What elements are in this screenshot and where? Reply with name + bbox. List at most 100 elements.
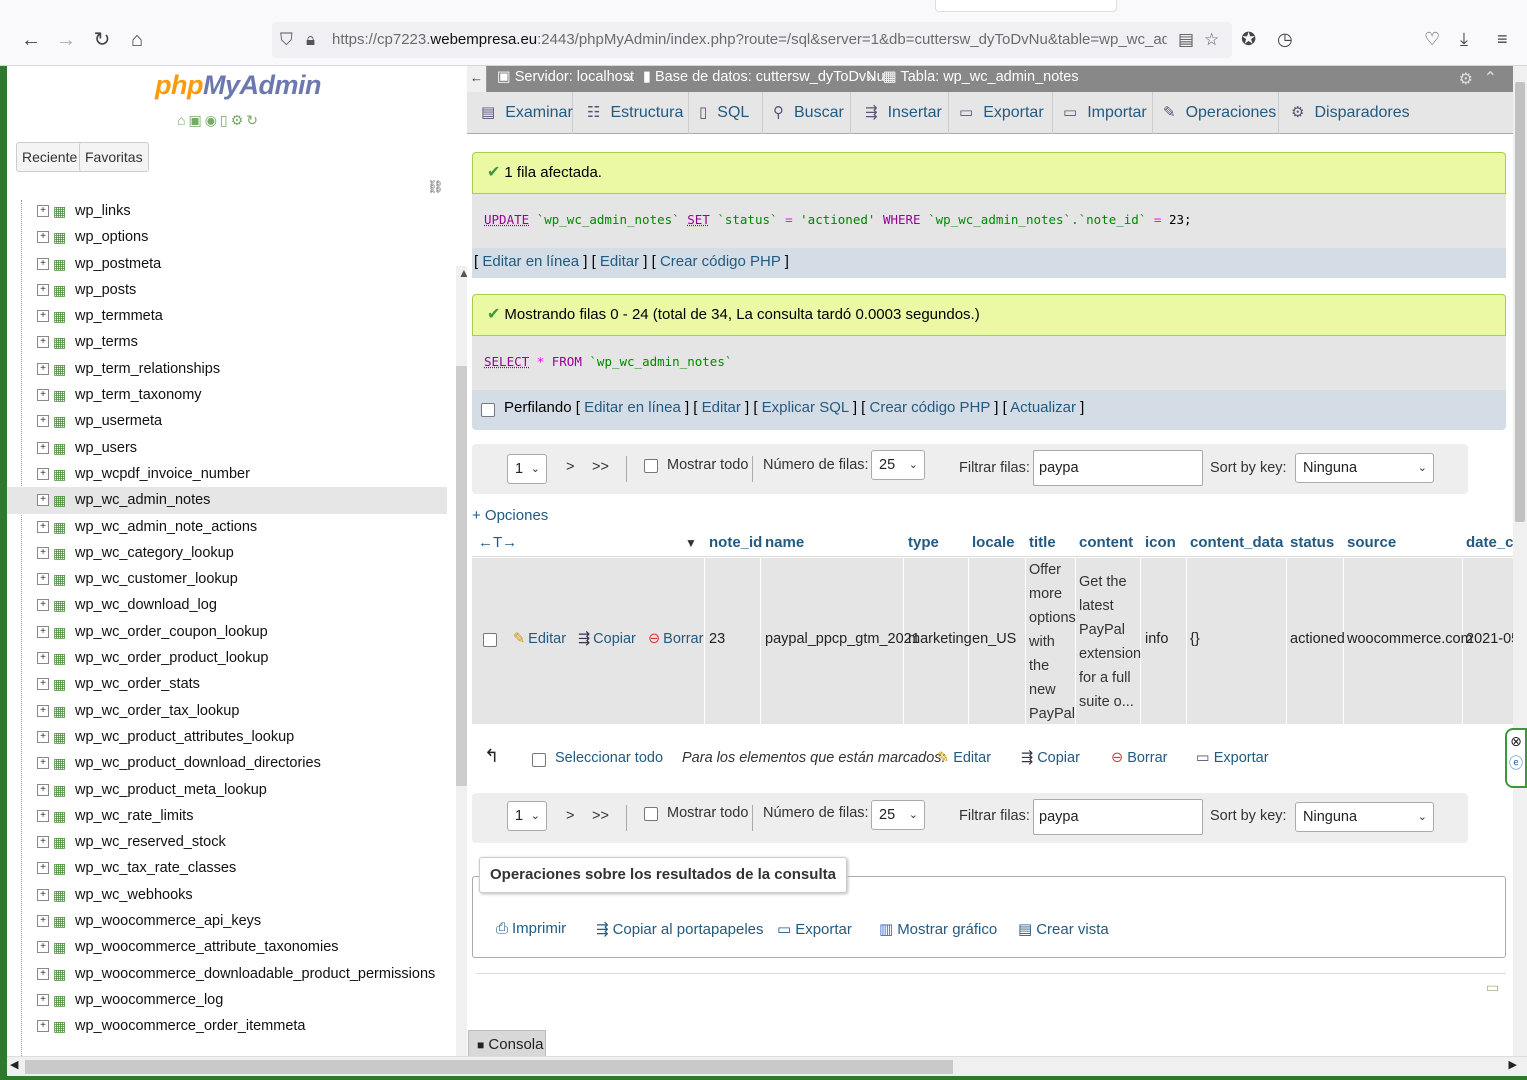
expand-icon[interactable]: +	[37, 389, 49, 402]
sidebar-item-label[interactable]: wp_postmeta	[75, 251, 161, 277]
copy-clipboard-button[interactable]: ⇶ Copiar al portapapeles	[596, 920, 764, 938]
home-icon[interactable]: ⌂	[124, 27, 150, 53]
filter-rows-input[interactable]: paypa	[1033, 799, 1203, 835]
expand-icon[interactable]: +	[37, 730, 49, 743]
table-icon[interactable]: ▦	[53, 750, 66, 776]
sidebar-item-table[interactable]: + ▦ wp_wc_product_attributes_lookup	[7, 724, 447, 750]
sidebar-item-label[interactable]: wp_wcpdf_invoice_number	[75, 461, 250, 487]
page-select[interactable]: 1 ⌄	[507, 801, 547, 831]
table-icon[interactable]: ▦	[53, 592, 66, 618]
home-icon[interactable]: ⌂	[177, 112, 188, 128]
column-header-content-data[interactable]: content_data	[1190, 534, 1283, 551]
sidebar-item-label[interactable]: wp_term_relationships	[75, 356, 220, 382]
table-icon[interactable]: ▦	[53, 435, 66, 461]
sidebar-item-label[interactable]: wp_wc_product_attributes_lookup	[75, 724, 294, 750]
table-icon[interactable]: ▦	[53, 277, 66, 303]
sidebar-item-table[interactable]: + ▦ wp_wc_download_log	[7, 592, 447, 618]
sidebar-item-table[interactable]: + ▦ wp_wc_rate_limits	[7, 803, 447, 829]
table-icon[interactable]: ▦	[53, 698, 66, 724]
sidebar-item-label[interactable]: wp_wc_admin_notes	[75, 487, 210, 513]
create-view-button[interactable]: ▤ Crear vista	[1018, 920, 1109, 938]
collapse-sidebar-button[interactable]: ←	[467, 66, 487, 92]
show-chart-button[interactable]: ▥ Mostrar gráfico	[879, 920, 997, 938]
column-header-title[interactable]: title	[1029, 534, 1056, 551]
next-page-button[interactable]: >	[566, 808, 574, 824]
expand-icon[interactable]: +	[37, 783, 49, 796]
column-header-source[interactable]: source	[1347, 534, 1396, 551]
cell-date[interactable]: 2021-05	[1466, 631, 1513, 647]
logout-icon[interactable]: ▣	[188, 112, 204, 128]
expand-icon[interactable]: +	[37, 862, 49, 875]
sidebar-item-label[interactable]: wp_wc_category_lookup	[75, 540, 234, 566]
table-icon[interactable]: ▦	[53, 777, 66, 803]
sidebar-item-table[interactable]: + ▦ wp_wc_product_download_directories	[7, 750, 447, 776]
expand-icon[interactable]: +	[37, 915, 49, 928]
edit-link[interactable]: Editar	[702, 399, 741, 416]
sidebar-item-table[interactable]: + ▦ wp_wc_category_lookup	[7, 540, 447, 566]
rows-per-page-select[interactable]: 25 ⌄	[871, 450, 925, 480]
sidebar-item-label[interactable]: wp_wc_reserved_stock	[75, 829, 226, 855]
table-icon[interactable]: ▦	[53, 671, 66, 697]
expand-icon[interactable]: +	[37, 704, 49, 717]
table-icon[interactable]: ▦	[53, 908, 66, 934]
sidebar-item-label[interactable]: wp_wc_tax_rate_classes	[75, 855, 236, 881]
reader-view-icon[interactable]: ▤	[1178, 30, 1194, 50]
cell-content-data[interactable]: {}	[1190, 631, 1200, 647]
print-button[interactable]: ⎙ Imprimir	[496, 920, 566, 937]
sidebar-item-table[interactable]: + ▦ wp_woocommerce_downloadable_product_pe…	[7, 961, 447, 987]
sidebar-item-table[interactable]: + ▦ wp_wc_order_stats	[7, 671, 447, 697]
tab-favorites[interactable]: Favoritas	[79, 142, 149, 172]
sidebar-item-table[interactable]: + ▦ wp_wc_customer_lookup	[7, 566, 447, 592]
sidebar-item-table[interactable]: + ▦ wp_wc_order_coupon_lookup	[7, 619, 447, 645]
expand-icon[interactable]: +	[37, 441, 49, 454]
expand-icon[interactable]: +	[37, 546, 49, 559]
sidebar-item-table[interactable]: + ▦ wp_wc_admin_note_actions	[7, 514, 447, 540]
expand-icon[interactable]: +	[37, 809, 49, 822]
cell-type[interactable]: marketing	[908, 631, 972, 647]
breadcrumb-table[interactable]: ▦ Tabla: wp_wc_admin_notes	[883, 69, 1079, 85]
sidebar-item-label[interactable]: wp_term_taxonomy	[75, 382, 202, 408]
expand-icon[interactable]: +	[37, 205, 49, 217]
sidebar-item-label[interactable]: wp_woocommerce_api_keys	[75, 908, 261, 934]
table-icon[interactable]: ▦	[53, 514, 66, 540]
expand-icon[interactable]: +	[37, 415, 49, 428]
expand-icon[interactable]: +	[37, 993, 49, 1006]
sidebar-item-table[interactable]: + ▦ wp_wc_tax_rate_classes	[7, 855, 447, 881]
main-scroll-thumb[interactable]	[1515, 82, 1525, 522]
table-icon[interactable]: ▦	[53, 987, 66, 1013]
sidebar-item-table[interactable]: + ▦ wp_terms	[7, 329, 447, 355]
phpmyadmin-logo[interactable]: phpMyAdmin	[155, 70, 321, 101]
rows-per-page-select[interactable]: 25 ⌄	[871, 800, 925, 830]
side-widget[interactable]: ⊗ ⓔ	[1505, 728, 1527, 788]
sidebar-item-label[interactable]: wp_woocommerce_attribute_taxonomies	[75, 934, 339, 960]
expand-icon[interactable]: +	[37, 231, 49, 244]
reload-icon[interactable]: ↻	[89, 27, 115, 53]
expand-icon[interactable]: +	[37, 520, 49, 533]
sql-keyword[interactable]: SELECT	[484, 354, 529, 369]
sort-key-select[interactable]: Ninguna ⌄	[1295, 802, 1434, 832]
tab-browse[interactable]: ▤ Examinar	[471, 92, 573, 134]
table-icon[interactable]: ▦	[53, 224, 66, 250]
docs-icon[interactable]: ▯	[220, 112, 231, 128]
cell-content[interactable]: Get the latest PayPal extension for a full su…	[1079, 570, 1141, 714]
show-all-checkbox[interactable]	[644, 459, 658, 473]
cell-note-id[interactable]: 23	[709, 631, 725, 647]
show-all-checkbox[interactable]	[644, 807, 658, 821]
profiling-checkbox[interactable]	[481, 403, 495, 417]
extension-icon[interactable]: ✪	[1241, 29, 1256, 50]
sidebar-scrollbar[interactable]: ▲	[456, 266, 467, 1056]
sidebar-item-label[interactable]: wp_terms	[75, 329, 138, 355]
lock-icon[interactable]: 🔒︎	[306, 30, 315, 50]
table-icon[interactable]: ▦	[53, 882, 66, 908]
sidebar-item-label[interactable]: wp_wc_webhooks	[75, 882, 193, 908]
table-icon[interactable]: ▦	[53, 934, 66, 960]
sidebar-item-table[interactable]: + ▦ wp_posts	[7, 277, 447, 303]
help-icon[interactable]: ◉	[205, 112, 220, 128]
history-icon[interactable]: ◷	[1277, 29, 1293, 50]
column-header-icon[interactable]: icon	[1145, 534, 1176, 551]
sidebar-item-table[interactable]: + ▦ wp_links	[7, 198, 447, 224]
menu-icon[interactable]: ≡	[1497, 29, 1508, 50]
sidebar-item-label[interactable]: wp_woocommerce_log	[75, 987, 223, 1013]
sidebar-item-table[interactable]: + ▦ wp_woocommerce_attribute_taxonomies	[7, 934, 447, 960]
row-delete-button[interactable]: ⊖ Borrar	[648, 631, 703, 647]
